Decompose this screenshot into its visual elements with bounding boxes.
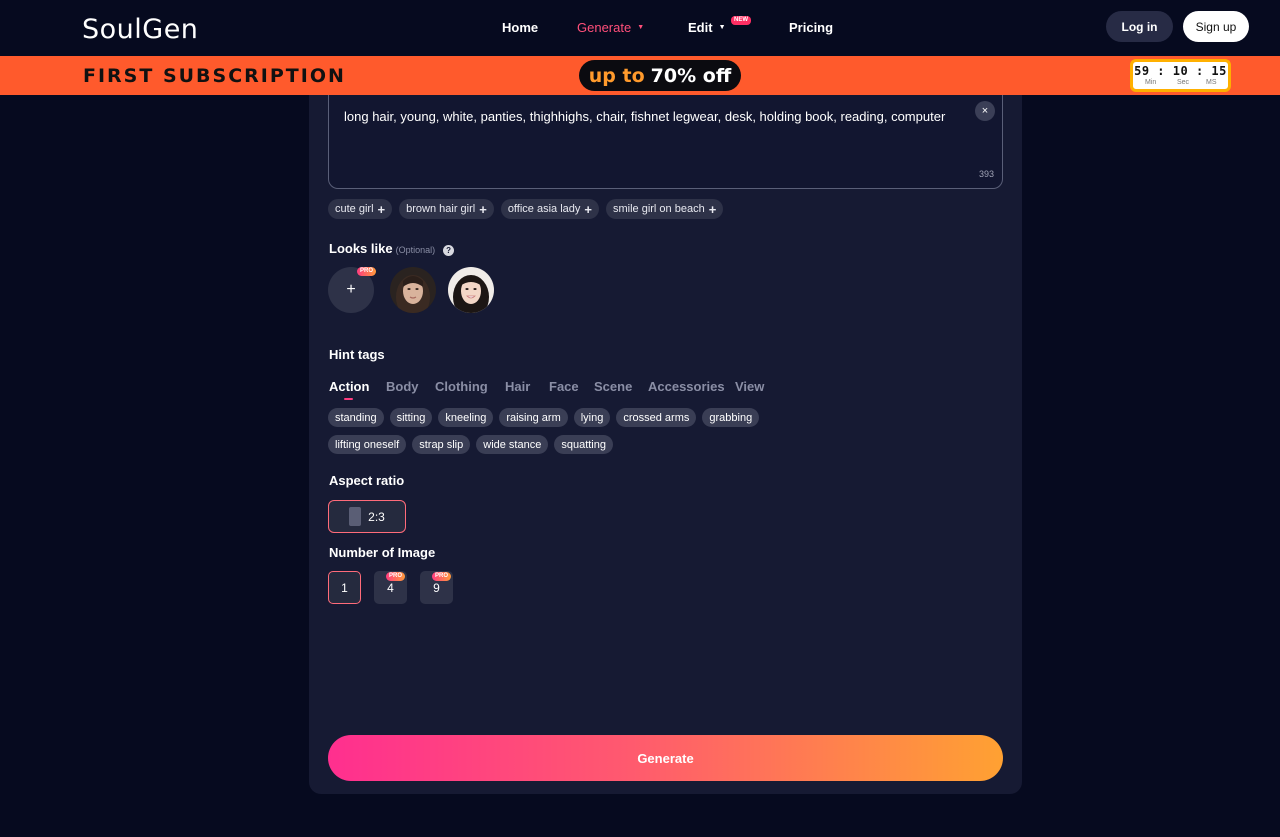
nav-generate-label: Generate (577, 20, 632, 35)
timer-ms-label: MS (1206, 79, 1217, 86)
top-bar: SoulGen Home Generate ▼ Edit ▼ NEW Pricing… (0, 0, 1280, 56)
face-avatar-icon (390, 267, 436, 313)
number-of-image-heading: Number of Image (329, 545, 436, 560)
hint-tag[interactable]: lifting oneself (328, 435, 407, 454)
suggestion-label: brown hair girl (406, 203, 476, 215)
prompt-suggestions: cute girl + brown hair girl + office asia … (328, 199, 724, 219)
timer-ms: 15 (1211, 64, 1227, 78)
suggestion-chip[interactable]: smile girl on beach + (605, 199, 724, 219)
promo-banner[interactable]: FIRST SUBSCRIPTION up to 70% off 59 : 10… (0, 56, 1280, 95)
face-preset-2[interactable] (448, 267, 494, 313)
suggestion-chip[interactable]: cute girl + (328, 199, 393, 219)
hint-tag[interactable]: strap slip (412, 435, 471, 454)
timer-sec: 10 (1172, 64, 1189, 78)
pro-badge: PRO (357, 267, 377, 276)
hint-tag-tabs: Action Body Clothing Hair Face Scene Acc… (329, 379, 829, 400)
portrait-ratio-icon (349, 507, 362, 526)
tab-face[interactable]: Face (549, 379, 579, 394)
promo-title: FIRST SUBSCRIPTION (83, 65, 346, 87)
generate-button[interactable]: Generate (328, 735, 1003, 781)
pro-badge: PRO (432, 572, 452, 581)
tab-accessories[interactable]: Accessories (648, 379, 725, 394)
nav-pricing[interactable]: Pricing (789, 20, 833, 35)
hint-tag[interactable]: squatting (554, 435, 613, 454)
generator-panel: long hair, young, white, panties, thighh… (309, 95, 1022, 794)
tab-action[interactable]: Action (329, 379, 369, 394)
face-preset-1[interactable] (390, 267, 436, 313)
countdown-timer: 59 : 10 : 15 Min Sec MS (1130, 59, 1231, 92)
aspect-ratio-option[interactable]: 2:3 (328, 500, 406, 533)
discount-value: 70% off (650, 64, 732, 87)
plus-icon: + (708, 201, 717, 217)
hint-tag[interactable]: lying (573, 408, 611, 427)
caret-down-icon: ▼ (637, 24, 645, 31)
discount-pill: up to 70% off (579, 60, 741, 91)
face-avatar-icon (448, 267, 494, 313)
nav-edit-label: Edit (688, 20, 713, 35)
login-button[interactable]: Log in (1106, 11, 1173, 42)
hint-tag-row: lifting oneself strap slip wide stance s… (328, 435, 613, 454)
timer-sec-label: Sec (1177, 79, 1190, 86)
nav-edit[interactable]: Edit ▼ NEW (688, 16, 751, 35)
hint-tag-row: standing sitting kneeling raising arm ly… (328, 408, 760, 427)
plus-icon: + (377, 201, 386, 217)
hint-tag[interactable]: standing (328, 408, 384, 427)
caret-down-icon: ▼ (718, 24, 726, 31)
active-tab-indicator (344, 398, 353, 400)
timer-digits: 59 : 10 : 15 (1134, 64, 1227, 78)
suggestion-label: smile girl on beach (612, 203, 705, 215)
discount-prefix: up to (588, 64, 645, 87)
hint-tag[interactable]: sitting (389, 408, 433, 427)
prompt-input[interactable]: long hair, young, white, panties, thighh… (328, 95, 1003, 189)
main-nav: Home Generate ▼ Edit ▼ NEW Pricing (0, 16, 1280, 36)
timer-min: 59 (1134, 64, 1150, 78)
nav-home[interactable]: Home (502, 20, 538, 35)
suggestion-label: office asia lady (507, 203, 581, 215)
new-badge: NEW (731, 16, 751, 25)
timer-min-label: Min (1145, 79, 1157, 86)
hint-tag[interactable]: wide stance (476, 435, 549, 454)
suggestion-chip[interactable]: office asia lady + (500, 199, 599, 219)
pro-badge: PRO (386, 572, 406, 581)
help-icon[interactable]: ? (443, 245, 455, 256)
hint-tags-heading: Hint tags (329, 347, 385, 362)
optional-note: (Optional) (395, 245, 436, 255)
tab-hair[interactable]: Hair (505, 379, 530, 394)
tab-clothing[interactable]: Clothing (435, 379, 488, 394)
suggestion-label: cute girl (335, 203, 374, 215)
tab-view[interactable]: View (735, 379, 764, 394)
nav-generate[interactable]: Generate ▼ (577, 20, 644, 35)
plus-icon: + (479, 201, 487, 217)
looks-like-title: Looks like (329, 241, 393, 256)
tab-body[interactable]: Body (386, 379, 419, 394)
prompt-char-count: 393 (978, 169, 994, 179)
plus-icon: + (584, 201, 592, 217)
aspect-ratio-heading: Aspect ratio (329, 473, 405, 488)
hint-tag[interactable]: raising arm (499, 408, 568, 427)
aspect-ratio-label: 2:3 (368, 509, 385, 524)
hint-tag[interactable]: grabbing (702, 408, 760, 427)
signup-button[interactable]: Sign up (1183, 11, 1249, 42)
clear-prompt-button[interactable]: × (975, 101, 995, 121)
plus-icon: + (346, 281, 356, 298)
tab-scene[interactable]: Scene (594, 379, 632, 394)
suggestion-chip[interactable]: brown hair girl + (399, 199, 494, 219)
looks-like-heading: Looks like (Optional)? (329, 241, 455, 256)
prompt-text[interactable]: long hair, young, white, panties, thighh… (344, 109, 945, 124)
hint-tag[interactable]: kneeling (438, 408, 494, 427)
hint-tag[interactable]: crossed arms (616, 408, 697, 427)
timer-labels: Min Sec MS (1133, 79, 1228, 88)
image-count-1[interactable]: 1 (328, 571, 361, 604)
